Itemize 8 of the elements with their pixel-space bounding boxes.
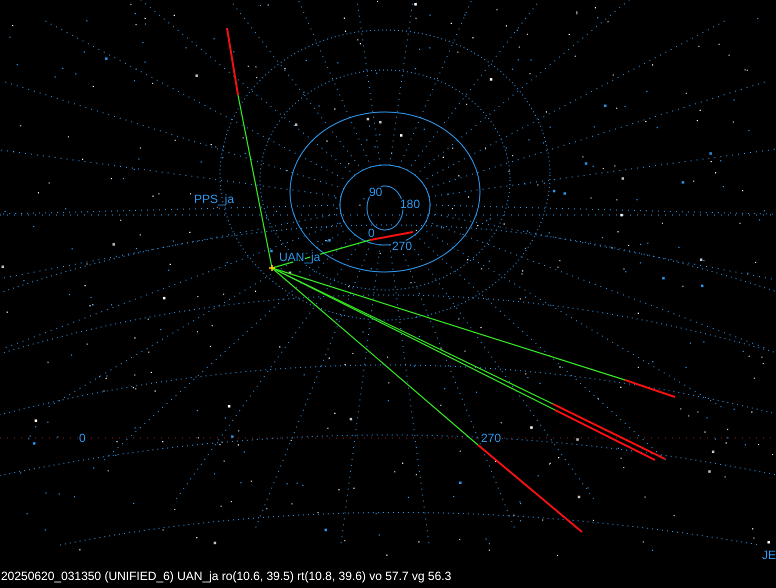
- site-label: PPS_ja: [194, 192, 234, 206]
- status-text: 20250620_031350 (UNIFIED_6) UAN_ja ro(10.6, 39.5) rt(10.8, 39.6) vo 57.7 vg 56.3: [1, 569, 452, 583]
- horizon-label: 270: [481, 431, 502, 445]
- site-label: JE: [762, 548, 776, 562]
- azimuth-label: 0: [368, 226, 375, 240]
- azimuth-label: 270: [392, 239, 412, 253]
- station-marker-icon: [268, 264, 276, 272]
- horizon-label: 0: [79, 431, 86, 445]
